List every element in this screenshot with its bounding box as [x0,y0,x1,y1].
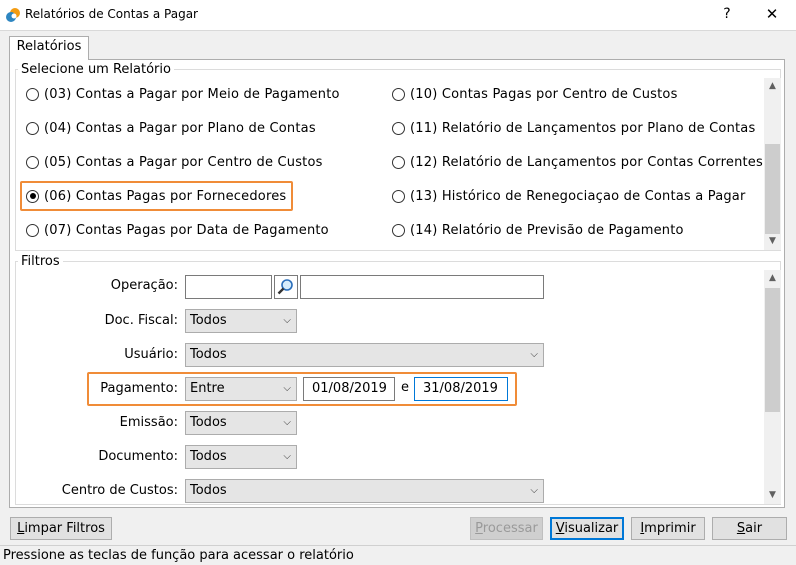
scroll-thumb[interactable] [765,144,780,234]
doc-fiscal-select[interactable]: Todos ⌵ [185,309,297,333]
tab-relatorios[interactable]: Relatórios [9,36,89,60]
doc-fiscal-label: Doc. Fiscal: [104,313,178,328]
radio-button[interactable] [26,223,39,237]
report-option[interactable]: (04) Contas a Pagar por Plano de Contas [26,118,316,138]
usuario-select[interactable]: Todos ⌵ [185,343,544,367]
centro-custos-label: Centro de Custos: [61,483,178,498]
scroll-down-icon[interactable]: ▼ [764,233,781,250]
visualizar-button[interactable]: Visualizar [550,517,624,540]
chevron-down-icon: ⌵ [530,485,538,496]
scroll-down-icon[interactable]: ▼ [764,487,781,504]
pagamento-from-input[interactable]: 01/08/2019 [303,377,395,401]
report-option[interactable]: (07) Contas Pagas por Data de Pagamento [26,220,329,240]
usuario-label: Usuário: [124,347,178,362]
help-button[interactable]: ? [712,3,742,25]
limpar-filtros-button[interactable]: Limpar Filtros [10,517,112,540]
report-option[interactable]: (14) Relatório de Previsão de Pagamento [392,220,684,240]
chevron-down-icon: ⌵ [530,349,538,360]
operacao-description-input[interactable] [300,275,544,299]
radio-button[interactable] [392,87,405,101]
radio-button[interactable] [392,121,405,135]
documento-select[interactable]: Todos ⌵ [185,445,297,469]
processar-button[interactable]: Processar [470,517,543,540]
report-option[interactable]: (03) Contas a Pagar por Meio de Pagament… [26,84,340,104]
selected-report-highlight [20,181,293,211]
radio-button[interactable] [392,189,405,203]
chevron-down-icon: ⌵ [283,383,291,394]
emissao-select[interactable]: Todos ⌵ [185,411,297,435]
sair-button[interactable]: Sair [712,517,787,540]
status-bar: Pressione as teclas de função para acess… [0,545,796,565]
report-group-legend: Selecione um Relatório [18,63,174,77]
scroll-up-icon[interactable]: ▲ [764,270,781,287]
pagamento-to-input[interactable]: 31/08/2019 [414,377,508,401]
radio-button[interactable] [392,155,405,169]
window-title: Relatórios de Contas a Pagar [25,7,198,21]
close-button[interactable]: ✕ [755,3,789,25]
radio-button[interactable] [26,121,39,135]
chevron-down-icon: ⌵ [283,451,291,462]
radio-button[interactable] [26,155,39,169]
radio-button[interactable] [26,87,39,101]
report-option[interactable]: (05) Contas a Pagar por Centro de Custos [26,152,323,172]
report-option[interactable]: (10) Contas Pagas por Centro de Custos [392,84,678,104]
operacao-code-input[interactable] [185,275,272,299]
report-list-scrollbar[interactable]: ▲ ▼ [764,78,781,250]
pagamento-label: Pagamento: [100,381,178,396]
filters-scrollbar[interactable]: ▲ ▼ [764,270,781,504]
title-bar: Relatórios de Contas a Pagar ? ✕ [0,0,796,30]
report-option[interactable]: (12) Relatório de Lançamentos por Contas… [392,152,763,172]
report-option[interactable]: (11) Relatório de Lançamentos por Plano … [392,118,755,138]
operacao-label: Operação: [110,278,178,293]
scroll-up-icon[interactable]: ▲ [764,78,781,95]
radio-button[interactable] [392,223,405,237]
chevron-down-icon: ⌵ [283,417,291,428]
imprimir-button[interactable]: Imprimir [631,517,705,540]
search-icon [277,279,293,295]
chevron-down-icon: ⌵ [283,315,291,326]
pagamento-connector: e [401,380,409,395]
documento-label: Documento: [98,449,178,464]
centro-custos-select[interactable]: Todos ⌵ [185,479,544,503]
filters-legend: Filtros [18,255,63,269]
scroll-thumb[interactable] [765,288,780,412]
app-logo-icon [6,8,20,22]
operacao-search-button[interactable] [274,275,298,299]
pagamento-mode-select[interactable]: Entre ⌵ [185,377,297,401]
emissao-label: Emissão: [119,415,178,430]
report-option[interactable]: (13) Histórico de Renegociaçao de Contas… [392,186,746,206]
